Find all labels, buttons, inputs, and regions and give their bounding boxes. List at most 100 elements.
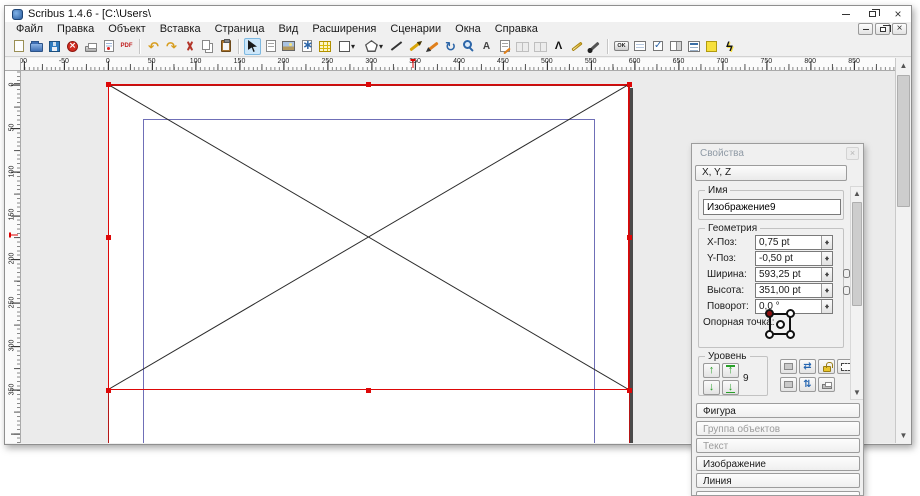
section-фигура[interactable]: Фигура [696,403,860,418]
measurements-button[interactable]: Λ [550,38,567,55]
flip-image-vertical-button[interactable] [780,377,797,392]
selection-handle[interactable] [627,388,632,393]
menu-item-2[interactable]: Правка [50,22,101,36]
story-editor-button[interactable] [496,38,513,55]
edit-contents-button[interactable]: A [478,38,495,55]
spin-down-button[interactable] [822,291,832,298]
insert-shape-button[interactable]: ▾ [334,38,360,55]
y-pos-spinbox[interactable]: -0,50 pt [755,251,833,266]
link-text-frames-button[interactable] [514,38,531,55]
x-pos-spinbox[interactable]: 0,75 pt [755,235,833,250]
tab-xyz[interactable]: X, Y, Z [695,165,847,181]
selection-handle[interactable] [627,235,632,240]
section-изображение[interactable]: Изображение [696,456,860,471]
selection-handle[interactable] [106,235,111,240]
mirror-vertical-button[interactable]: ⇅ [799,377,816,392]
menu-item-6[interactable]: Вид [271,22,305,36]
basepoint-top-left[interactable] [765,309,774,318]
undo-button[interactable]: ↶ [145,38,162,55]
spin-down-button[interactable] [822,275,832,282]
panel-scroll-down-button[interactable]: ▼ [851,386,863,399]
redo-button[interactable]: ↷ [163,38,180,55]
selection-handle[interactable] [106,388,111,393]
paste-button[interactable] [217,38,234,55]
basepoint-bottom-left[interactable] [765,330,774,339]
insert-text-frame-button[interactable] [262,38,279,55]
preflight-verifier-button[interactable] [100,38,117,55]
menu-item-8[interactable]: Сценарии [383,22,448,36]
horizontal-ruler[interactable]: -100-50050100150200250300350400450500550… [21,58,895,71]
panel-close-button[interactable]: × [846,147,859,160]
menu-item-1[interactable]: Файл [9,22,50,36]
menu-item-7[interactable]: Расширения [305,22,383,36]
close-button[interactable]: × [885,6,911,22]
insert-image-frame-button[interactable] [280,38,297,55]
height-spinbox[interactable]: 351,00 pt [755,283,833,298]
mirror-horizontal-button[interactable]: ⇄ [799,359,816,374]
copy-properties-button[interactable] [568,38,585,55]
menu-item-10[interactable]: Справка [488,22,545,36]
selected-image-frame[interactable] [108,84,629,390]
pdf-checkbox-button[interactable]: ✓ [649,38,666,55]
pdf-link-annotation-button[interactable]: ϟ [721,38,738,55]
spin-down-button[interactable] [822,307,832,314]
selection-handle[interactable] [366,82,371,87]
dropdown-arrow-icon[interactable]: ▾ [351,39,355,54]
selection-handle[interactable] [627,82,632,87]
panel-scrollbar[interactable]: ▲ ▼ [850,186,864,400]
select-item-button[interactable] [244,38,261,55]
close-document-button[interactable] [64,38,81,55]
restore-button[interactable] [859,6,885,22]
mdi-minimize-button[interactable] [858,23,873,35]
section-текст[interactable]: Текст [696,438,860,453]
basepoint-top-right[interactable] [786,309,795,318]
print-document-button[interactable] [82,38,99,55]
spin-down-button[interactable] [822,259,832,266]
insert-line-button[interactable] [388,38,405,55]
mdi-restore-button[interactable] [875,23,890,35]
pdf-list-box-button[interactable] [685,38,702,55]
scroll-down-button[interactable]: ▼ [896,428,911,443]
insert-table-button[interactable] [316,38,333,55]
insert-bezier-button[interactable] [406,38,423,55]
save-document-button[interactable] [46,38,63,55]
object-name-input[interactable] [703,199,841,215]
canvas-vertical-scrollbar[interactable]: ▲ ▼ [895,58,911,443]
section-цвета[interactable]: Цвета [696,491,860,496]
open-document-button[interactable] [28,38,45,55]
selection-handle[interactable] [366,388,371,393]
rotate-item-button[interactable]: ↻ [442,38,459,55]
scroll-up-button[interactable]: ▲ [896,58,911,73]
minimize-button[interactable] [833,6,859,22]
print-object-button[interactable] [818,377,835,392]
scroll-thumb[interactable] [897,75,910,207]
menu-item-5[interactable]: Страница [208,22,272,36]
properties-panel-titlebar[interactable]: Свойства × [692,144,863,163]
lower-level-button[interactable]: ↓ [703,380,720,395]
cut-button[interactable] [181,38,198,55]
raise-level-button[interactable]: ↑ [703,363,720,378]
basepoint-center[interactable] [776,320,785,329]
lock-object-button[interactable] [818,359,835,374]
width-spinbox[interactable]: 593,25 pt [755,267,833,282]
unlink-text-frames-button[interactable] [532,38,549,55]
pdf-push-button[interactable]: OK [613,38,630,55]
menu-item-3[interactable]: Объект [101,22,152,36]
lower-to-bottom-button[interactable]: ↓ [722,380,739,395]
flip-image-horizontal-button[interactable] [780,359,797,374]
section-линия[interactable]: Линия [696,473,860,488]
eyedropper-button[interactable] [586,38,603,55]
insert-freehand-button[interactable] [424,38,441,55]
dropdown-arrow-icon[interactable]: ▾ [379,39,383,54]
menu-item-9[interactable]: Окна [448,22,488,36]
export-pdf-button[interactable]: PDF [118,38,135,55]
copy-button[interactable] [199,38,216,55]
pdf-text-annotation-button[interactable] [703,38,720,55]
spin-down-button[interactable] [822,243,832,250]
new-document-button[interactable] [10,38,27,55]
basepoint-bottom-right[interactable] [786,330,795,339]
pdf-combo-box-button[interactable] [667,38,684,55]
pdf-text-field-button[interactable] [631,38,648,55]
section-группа-объектов[interactable]: Группа объектов [696,421,860,436]
vertical-ruler[interactable]: 050100150200250300350 [5,71,21,443]
